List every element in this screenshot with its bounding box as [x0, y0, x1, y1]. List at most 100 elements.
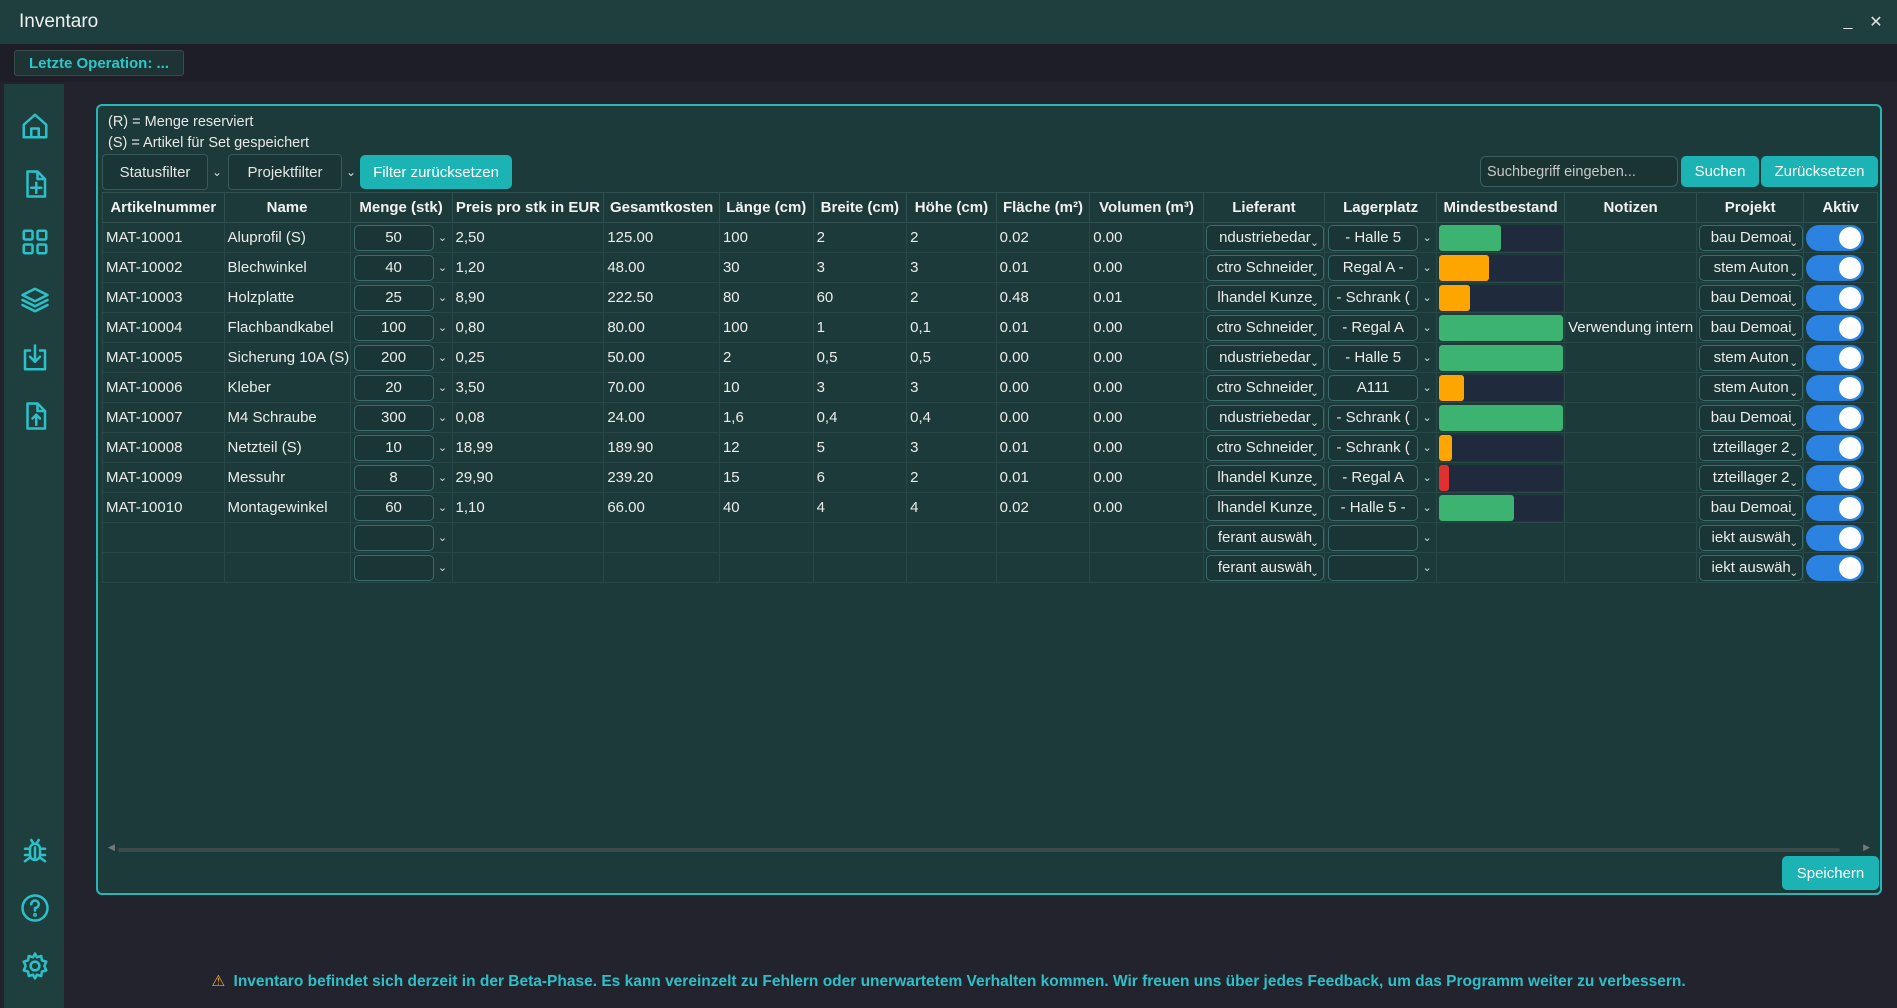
- storage-location-cell[interactable]: ⌄: [1324, 522, 1438, 553]
- quantity-cell[interactable]: ⌄: [349, 522, 453, 553]
- quantity-cell[interactable]: 20 ⌄: [349, 372, 453, 403]
- supplier-cell[interactable]: ferant auswäh ⌄: [1202, 552, 1326, 583]
- quantity-input[interactable]: 20: [353, 374, 434, 401]
- name-cell[interactable]: Messuhr: [223, 462, 351, 493]
- length-cell[interactable]: 80: [718, 282, 814, 313]
- storage-location-select[interactable]: - Halle 5: [1328, 224, 1419, 251]
- quantity-input[interactable]: 10: [353, 434, 434, 461]
- min-stock-cell[interactable]: [1436, 432, 1566, 463]
- table-row[interactable]: MAT-10003 Holzplatte 25 ⌄ 8,90 222.50 80 60 2 0.4…: [102, 282, 1878, 313]
- area-cell[interactable]: 0.48: [995, 282, 1091, 313]
- notes-cell[interactable]: [1564, 252, 1697, 283]
- column-header[interactable]: Höhe (cm): [906, 192, 997, 223]
- save-button[interactable]: Speichern: [1782, 856, 1879, 890]
- active-cell[interactable]: [1803, 312, 1878, 343]
- horizontal-scrollbar[interactable]: ◀ ▶: [108, 842, 1870, 854]
- storage-location-cell[interactable]: - Schrank (⌄: [1324, 402, 1438, 433]
- article-number-cell[interactable]: [102, 522, 225, 553]
- height-cell[interactable]: 3: [906, 252, 997, 283]
- active-toggle[interactable]: [1806, 494, 1865, 521]
- column-header[interactable]: Aktiv: [1803, 192, 1878, 223]
- storage-location-cell[interactable]: Regal A - ⌄: [1324, 252, 1438, 283]
- area-cell[interactable]: 0.01: [995, 312, 1091, 343]
- price-cell[interactable]: 0,25: [451, 342, 605, 373]
- active-cell[interactable]: [1803, 432, 1878, 463]
- active-toggle[interactable]: [1806, 284, 1865, 311]
- column-header[interactable]: Artikelnummer: [102, 192, 225, 223]
- active-cell[interactable]: [1803, 492, 1878, 523]
- area-cell[interactable]: 0.01: [995, 432, 1091, 463]
- volume-cell[interactable]: 0.01: [1089, 282, 1204, 313]
- chevron-down-icon[interactable]: ⌄: [434, 261, 452, 274]
- notes-cell[interactable]: [1564, 222, 1697, 253]
- area-cell[interactable]: 0.00: [995, 342, 1091, 373]
- total-cost-cell[interactable]: 189.90: [603, 432, 720, 463]
- table-row[interactable]: ⌄ ferant auswäh ⌄ ⌄ iekt auswäh ⌄: [102, 552, 1878, 583]
- article-number-cell[interactable]: MAT-10007: [102, 402, 225, 433]
- chevron-down-icon[interactable]: ⌄: [434, 411, 452, 424]
- width-cell[interactable]: 1: [812, 312, 908, 343]
- search-button[interactable]: Suchen: [1681, 156, 1759, 187]
- notes-cell[interactable]: Verwendung intern: [1564, 312, 1697, 343]
- column-header[interactable]: Projekt: [1695, 192, 1805, 223]
- length-cell[interactable]: 10: [718, 372, 814, 403]
- storage-location-select[interactable]: Regal A -: [1328, 254, 1419, 281]
- min-stock-cell[interactable]: [1436, 222, 1566, 253]
- project-cell[interactable]: bau Demoai ⌄: [1695, 222, 1805, 253]
- height-cell[interactable]: 2: [906, 282, 997, 313]
- project-select[interactable]: bau Demoai ⌄: [1699, 494, 1803, 521]
- area-cell[interactable]: [995, 522, 1091, 553]
- table-row[interactable]: MAT-10002 Blechwinkel 40 ⌄ 1,20 48.00 30 3 3 0.01…: [102, 252, 1878, 283]
- price-cell[interactable]: 1,10: [451, 492, 605, 523]
- active-cell[interactable]: [1803, 402, 1878, 433]
- active-cell[interactable]: [1803, 252, 1878, 283]
- name-cell[interactable]: [223, 522, 351, 553]
- table-row[interactable]: MAT-10008 Netzteil (S) 10 ⌄ 18,99 189.90 12 5 3 0…: [102, 432, 1878, 463]
- width-cell[interactable]: 0,5: [812, 342, 908, 373]
- supplier-select[interactable]: ferant auswäh ⌄: [1205, 524, 1324, 551]
- project-select[interactable]: bau Demoai ⌄: [1699, 224, 1803, 251]
- chevron-down-icon[interactable]: ⌄: [1418, 351, 1436, 364]
- quantity-input[interactable]: 50: [353, 224, 434, 251]
- reset-filter-button[interactable]: Filter zurücksetzen: [360, 155, 512, 189]
- supplier-select[interactable]: lhandel Kunze ⌄: [1205, 494, 1324, 521]
- name-cell[interactable]: Holzplatte: [223, 282, 351, 313]
- chevron-down-icon[interactable]: ⌄: [1418, 531, 1436, 544]
- width-cell[interactable]: 60: [812, 282, 908, 313]
- supplier-select[interactable]: ndustriebedar ⌄: [1205, 404, 1324, 431]
- chevron-down-icon[interactable]: ⌄: [1418, 411, 1436, 424]
- name-cell[interactable]: Sicherung 10A (S): [223, 342, 351, 373]
- project-select[interactable]: bau Demoai ⌄: [1699, 284, 1803, 311]
- column-header[interactable]: Name: [223, 192, 351, 223]
- name-cell[interactable]: Blechwinkel: [223, 252, 351, 283]
- storage-location-cell[interactable]: - Halle 5 ⌄: [1324, 342, 1438, 373]
- volume-cell[interactable]: 0.00: [1089, 222, 1204, 253]
- project-cell[interactable]: tzteillager 2 ⌄: [1695, 432, 1805, 463]
- storage-location-select[interactable]: - Schrank (: [1328, 404, 1419, 431]
- min-stock-cell[interactable]: [1436, 552, 1566, 583]
- price-cell[interactable]: 8,90: [451, 282, 605, 313]
- project-filter[interactable]: Projektfilter: [228, 154, 342, 190]
- project-cell[interactable]: iekt auswäh ⌄: [1695, 552, 1805, 583]
- layers-icon[interactable]: [19, 284, 51, 316]
- storage-location-cell[interactable]: - Regal A ⌄: [1324, 312, 1438, 343]
- quantity-cell[interactable]: ⌄: [349, 552, 453, 583]
- height-cell[interactable]: 2: [906, 222, 997, 253]
- storage-location-select[interactable]: - Halle 5: [1328, 344, 1419, 371]
- project-cell[interactable]: stem Auton ⌄: [1695, 252, 1805, 283]
- quantity-cell[interactable]: 25 ⌄: [349, 282, 453, 313]
- total-cost-cell[interactable]: 80.00: [603, 312, 720, 343]
- supplier-select[interactable]: ndustriebedar ⌄: [1205, 344, 1324, 371]
- minimize-button[interactable]: _: [1834, 8, 1862, 36]
- quantity-input[interactable]: 40: [353, 254, 434, 281]
- total-cost-cell[interactable]: 48.00: [603, 252, 720, 283]
- project-cell[interactable]: bau Demoai ⌄: [1695, 402, 1805, 433]
- storage-location-cell[interactable]: - Schrank (⌄: [1324, 282, 1438, 313]
- column-header[interactable]: Lieferant: [1202, 192, 1326, 223]
- new-file-icon[interactable]: [19, 168, 51, 200]
- bug-icon[interactable]: [19, 834, 51, 866]
- supplier-cell[interactable]: ferant auswäh ⌄: [1202, 522, 1326, 553]
- column-header[interactable]: Mindestbestand: [1436, 192, 1566, 223]
- help-icon[interactable]: [19, 892, 51, 924]
- length-cell[interactable]: 1,6: [718, 402, 814, 433]
